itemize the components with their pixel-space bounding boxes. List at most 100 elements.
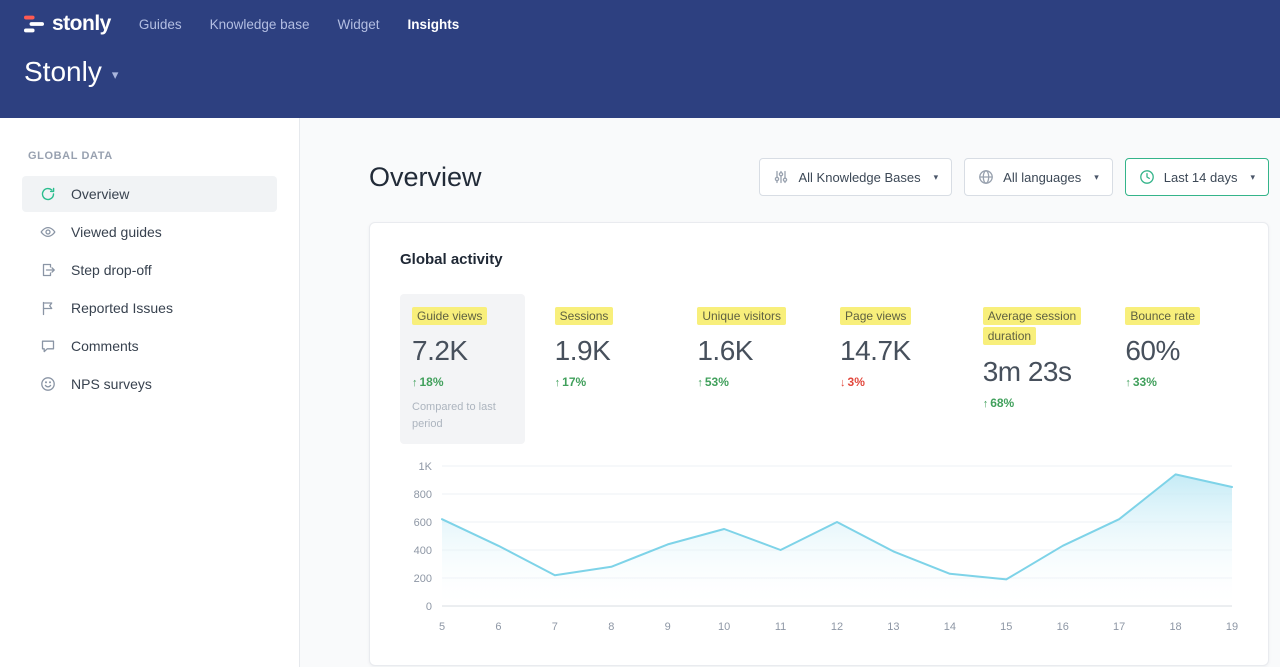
sidebar-item-label: Comments <box>71 338 139 354</box>
metric-guide-views[interactable]: Guide views 7.2K ↑18% Compared to last p… <box>400 294 525 444</box>
eye-icon <box>40 224 56 240</box>
metric-avg-session-duration[interactable]: Average session duration 3m 23s ↑68% <box>971 294 1096 422</box>
sidebar-section-label: GLOBAL DATA <box>28 150 299 162</box>
svg-text:15: 15 <box>1000 621 1012 633</box>
metric-label: Guide views <box>412 306 513 326</box>
chevron-down-icon: ▾ <box>934 172 939 183</box>
svg-text:12: 12 <box>831 621 843 633</box>
metric-label: Unique visitors <box>697 306 798 326</box>
sidebar-item-viewed-guides[interactable]: Viewed guides <box>22 214 277 250</box>
clock-icon <box>1139 169 1155 185</box>
stonly-logo[interactable]: stonly <box>24 12 111 36</box>
svg-text:8: 8 <box>608 621 614 633</box>
metric-change: ↑68% <box>983 396 1084 410</box>
step-dropoff-icon <box>40 262 56 278</box>
svg-text:11: 11 <box>775 621 786 633</box>
nav-widget[interactable]: Widget <box>337 13 379 36</box>
metric-unique-visitors[interactable]: Unique visitors 1.6K ↑53% <box>685 294 810 401</box>
top-header: stonly Guides Knowledge base Widget Insi… <box>0 0 1280 118</box>
svg-text:17: 17 <box>1113 621 1125 633</box>
global-activity-card: Global activity Guide views 7.2K ↑18% Co… <box>369 222 1269 666</box>
main-content: Overview All Knowledge Bases ▾ All langu… <box>300 118 1280 667</box>
svg-text:0: 0 <box>426 601 432 613</box>
metric-value: 7.2K <box>412 335 513 367</box>
svg-text:9: 9 <box>665 621 671 633</box>
comment-icon <box>40 338 56 354</box>
date-range-filter-value: Last 14 days <box>1164 170 1238 185</box>
flag-icon <box>40 300 56 316</box>
sidebar: GLOBAL DATA Overview Viewed guides Step … <box>0 118 300 667</box>
globe-icon <box>978 169 994 185</box>
sidebar-item-step-drop-off[interactable]: Step drop-off <box>22 252 277 288</box>
sidebar-item-comments[interactable]: Comments <box>22 328 277 364</box>
sidebar-item-label: NPS surveys <box>71 376 152 392</box>
sidebar-item-label: Viewed guides <box>71 224 162 240</box>
sidebar-item-nps-surveys[interactable]: NPS surveys <box>22 366 277 402</box>
overview-icon <box>40 186 56 202</box>
knowledge-base-filter-value: All Knowledge Bases <box>798 170 920 185</box>
sliders-icon <box>773 169 789 185</box>
date-range-filter[interactable]: Last 14 days ▾ <box>1125 158 1269 196</box>
svg-text:7: 7 <box>552 621 558 633</box>
metric-value: 60% <box>1125 335 1226 367</box>
metric-value: 14.7K <box>840 335 941 367</box>
svg-text:19: 19 <box>1226 621 1238 633</box>
activity-chart-container: 02004006008001K5678910111213141516171819 <box>400 458 1238 641</box>
metric-bounce-rate[interactable]: Bounce rate 60% ↑33% <box>1113 294 1238 401</box>
metric-label: Sessions <box>555 306 656 326</box>
metric-change: ↑18% <box>412 375 513 389</box>
workspace-selector[interactable]: Stonly ▾ <box>24 56 118 88</box>
metrics-row: Guide views 7.2K ↑18% Compared to last p… <box>400 294 1238 444</box>
page-title: Overview <box>369 162 482 193</box>
svg-text:400: 400 <box>414 545 432 557</box>
knowledge-base-filter[interactable]: All Knowledge Bases ▾ <box>759 158 952 196</box>
brand-name: stonly <box>52 12 111 36</box>
chevron-down-icon: ▾ <box>112 67 119 83</box>
metric-label: Page views <box>840 306 941 326</box>
language-filter-value: All languages <box>1003 170 1081 185</box>
svg-text:14: 14 <box>944 621 956 633</box>
chevron-down-icon: ▾ <box>1250 172 1255 183</box>
arrow-up-icon: ↑ <box>983 398 989 410</box>
svg-text:1K: 1K <box>419 461 433 473</box>
card-title: Global activity <box>400 251 1238 268</box>
main-nav: Guides Knowledge base Widget Insights <box>139 13 459 36</box>
workspace-name: Stonly <box>24 56 102 88</box>
metric-label: Average session duration <box>983 306 1084 347</box>
arrow-up-icon: ↑ <box>1125 377 1131 389</box>
top-nav-row: stonly Guides Knowledge base Widget Insi… <box>24 12 1256 36</box>
filters-bar: All Knowledge Bases ▾ All languages ▾ La… <box>759 158 1269 196</box>
metric-change: ↓3% <box>840 375 941 389</box>
activity-area-chart: 02004006008001K5678910111213141516171819 <box>400 458 1240 636</box>
smiley-icon <box>40 376 56 392</box>
svg-text:6: 6 <box>495 621 501 633</box>
metric-value: 1.9K <box>555 335 656 367</box>
metric-change: ↑17% <box>555 375 656 389</box>
metric-label: Bounce rate <box>1125 306 1226 326</box>
svg-text:10: 10 <box>718 621 730 633</box>
svg-text:200: 200 <box>414 573 432 585</box>
chevron-down-icon: ▾ <box>1094 172 1099 183</box>
metric-page-views[interactable]: Page views 14.7K ↓3% <box>828 294 953 401</box>
svg-text:13: 13 <box>887 621 899 633</box>
svg-text:5: 5 <box>439 621 445 633</box>
stonly-logo-icon <box>24 14 44 34</box>
language-filter[interactable]: All languages ▾ <box>964 158 1113 196</box>
svg-text:600: 600 <box>414 517 432 529</box>
nav-guides[interactable]: Guides <box>139 13 182 36</box>
arrow-up-icon: ↑ <box>412 377 418 389</box>
arrow-up-icon: ↑ <box>555 377 561 389</box>
arrow-up-icon: ↑ <box>697 377 703 389</box>
arrow-down-icon: ↓ <box>840 377 846 389</box>
metric-sessions[interactable]: Sessions 1.9K ↑17% <box>543 294 668 401</box>
svg-text:18: 18 <box>1169 621 1181 633</box>
nav-insights[interactable]: Insights <box>407 13 459 36</box>
svg-text:800: 800 <box>414 489 432 501</box>
sidebar-item-overview[interactable]: Overview <box>22 176 277 212</box>
sidebar-item-reported-issues[interactable]: Reported Issues <box>22 290 277 326</box>
sidebar-item-label: Step drop-off <box>71 262 152 278</box>
sidebar-item-label: Overview <box>71 186 129 202</box>
sidebar-item-label: Reported Issues <box>71 300 173 316</box>
nav-knowledge-base[interactable]: Knowledge base <box>210 13 310 36</box>
metric-value: 3m 23s <box>983 356 1084 388</box>
